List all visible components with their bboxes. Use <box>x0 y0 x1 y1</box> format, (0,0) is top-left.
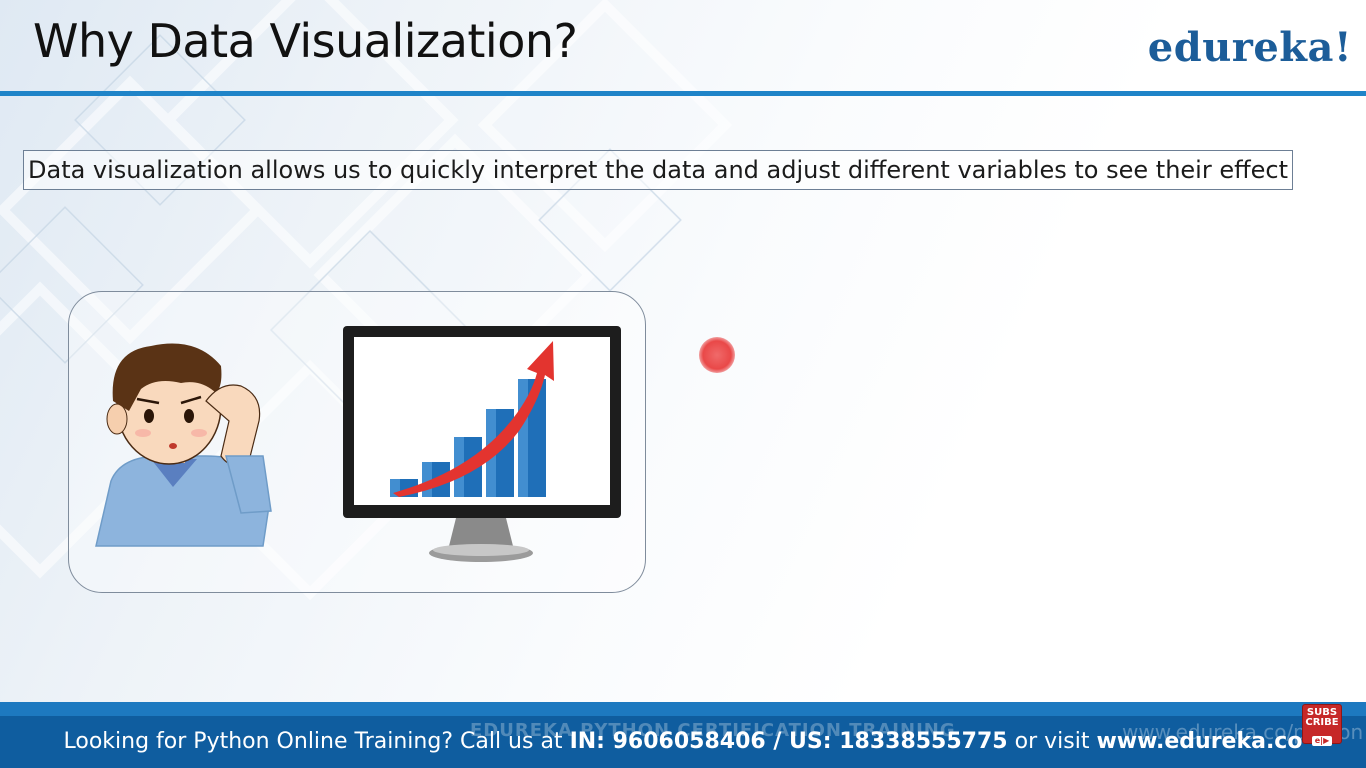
edureka-logo: edureka! <box>1147 24 1352 71</box>
title-divider <box>0 91 1366 96</box>
slide-title: Why Data Visualization? <box>33 14 578 68</box>
subscribe-badge-icon: e|▶ <box>1311 736 1333 746</box>
slide: Why Data Visualization? edureka! Data vi… <box>0 0 1366 702</box>
confused-person-icon <box>95 343 272 547</box>
illustration-panel <box>68 291 646 593</box>
footer-ticker-bar: EDUREKA PYTHON CERTIFICATION TRAINING ww… <box>0 702 1366 768</box>
ticker-mid: or visit <box>1014 729 1090 754</box>
ticker-prefix: Looking for Python Online Training? Call… <box>63 729 563 754</box>
footer-ticker-text: Looking for Python Online Training? Call… <box>0 729 1366 754</box>
key-statement-text: Data visualization allows us to quickly … <box>28 156 1288 184</box>
subscribe-button[interactable]: SUBS CRIBE e|▶ <box>1302 704 1342 746</box>
ticker-website-link[interactable]: www.edureka.co <box>1096 729 1302 754</box>
laser-pointer-dot <box>699 337 735 373</box>
subscribe-label-bottom: CRIBE <box>1305 717 1339 728</box>
key-statement-box: Data visualization allows us to quickly … <box>23 150 1293 190</box>
ticker-phone: IN: 9606058406 / US: 18338555775 <box>569 729 1008 754</box>
illustration <box>95 326 621 562</box>
